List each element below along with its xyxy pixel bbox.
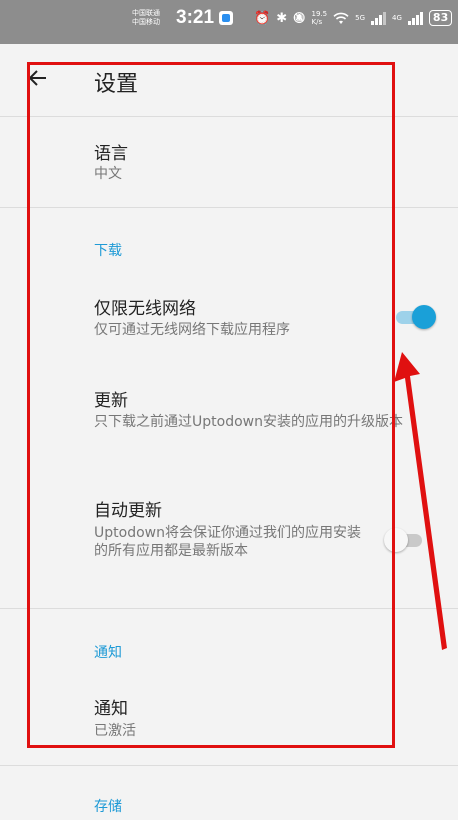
toggle-thumb [412, 305, 436, 329]
toggle-thumb [384, 528, 408, 552]
arrow-left-icon[interactable] [26, 66, 50, 90]
app-notification-icon [219, 11, 233, 25]
net-speed: 19.5 K/s [312, 10, 328, 26]
page-title: 设置 [94, 72, 139, 97]
carrier-labels: 中国联通 中国移动 [132, 9, 160, 27]
app-bar: 设置 [0, 44, 458, 117]
carrier-2-label: 中国移动 [132, 18, 160, 26]
auto-update-toggle[interactable] [384, 528, 426, 552]
setting-wifi-only[interactable]: 仅限无线网络 仅可通过无线网络下载应用程序 [0, 280, 458, 360]
section-header-notifications: 通知 [94, 645, 122, 661]
net-5g-label: 5G [355, 14, 366, 22]
section-header-download: 下载 [94, 243, 122, 259]
section-header-storage: 存储 [94, 799, 122, 815]
language-title: 语言 [94, 144, 128, 164]
divider [0, 207, 458, 208]
signal-1-icon [371, 11, 387, 25]
setting-updates[interactable]: 更新 只下载之前通过Uptodown安装的应用的升级版本 [0, 370, 458, 470]
wifi-icon [333, 12, 349, 24]
wifi-only-subtitle: 仅可通过无线网络下载应用程序 [94, 322, 290, 338]
divider [0, 608, 458, 609]
alarm-icon: ⏰ [254, 10, 271, 26]
notifications-value: 已激活 [94, 723, 136, 739]
updates-title: 更新 [94, 391, 128, 411]
status-icons: ⏰ ✱ 🔕 19.5 K/s 5G 4G 83 [254, 10, 453, 26]
updates-subtitle: 只下载之前通过Uptodown安装的应用的升级版本 [94, 414, 403, 430]
divider [0, 765, 458, 766]
setting-language[interactable]: 语言 中文 [0, 117, 458, 207]
net-speed-value: 19.5 [311, 10, 328, 18]
wifi-only-title: 仅限无线网络 [94, 299, 196, 319]
notifications-title: 通知 [94, 699, 128, 719]
signal-2-icon [407, 11, 423, 25]
language-value: 中文 [94, 166, 122, 182]
auto-update-title: 自动更新 [94, 501, 162, 521]
setting-notifications[interactable]: 通知 已激活 [0, 680, 458, 760]
net-4g-label: 4G [392, 14, 402, 22]
auto-update-subtitle: Uptodown将会保证你通过我们的应用安装的所有应用都是最新版本 [94, 525, 361, 559]
setting-auto-update[interactable]: 自动更新 Uptodown将会保证你通过我们的应用安装的所有应用都是最新版本 [0, 480, 458, 600]
status-time: 3:21 [176, 7, 215, 28]
status-bar: 中国联通 中国移动 3:21 ⏰ ✱ 🔕 19.5 K/s 5G 4G 83 [0, 0, 458, 44]
battery-indicator: 83 [428, 10, 453, 26]
mute-icon: 🔕 [293, 12, 306, 24]
net-speed-unit: K/s [311, 18, 323, 26]
carrier-1-label: 中国联通 [132, 9, 160, 17]
wifi-only-toggle[interactable] [394, 305, 436, 329]
bluetooth-icon: ✱ [276, 10, 288, 26]
